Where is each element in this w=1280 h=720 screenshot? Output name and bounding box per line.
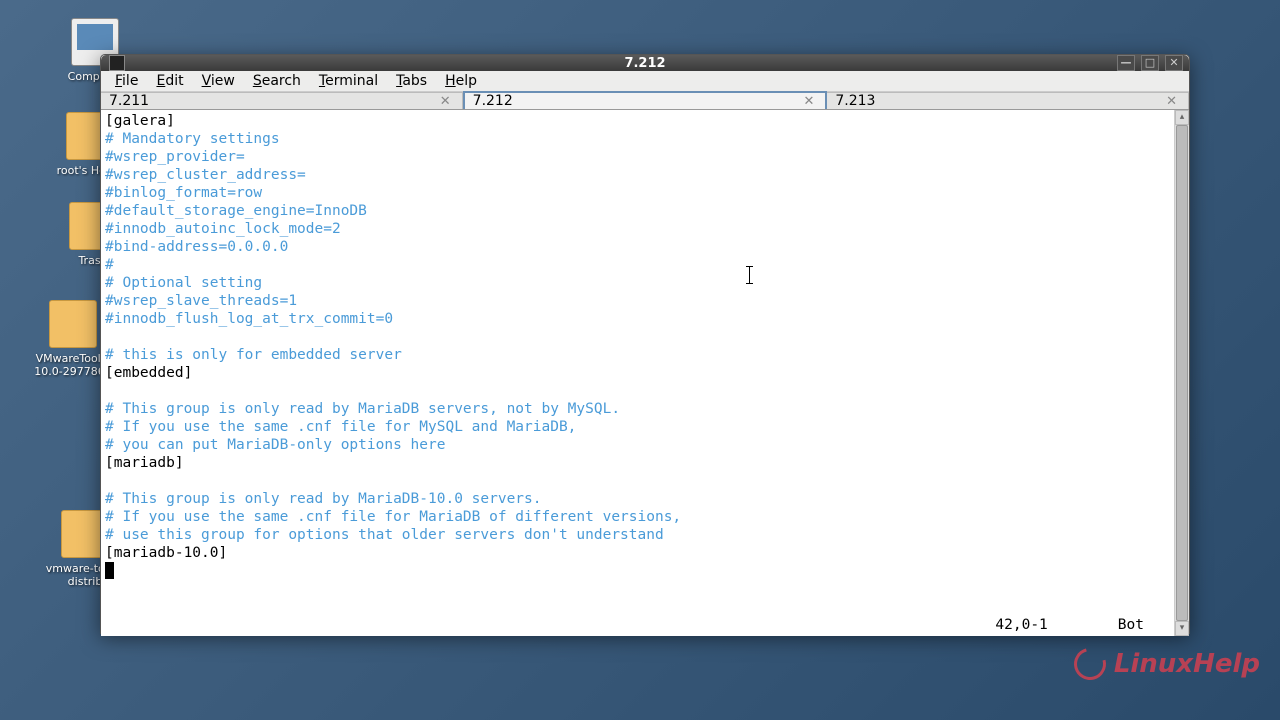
terminal-icon — [109, 55, 125, 71]
code-line: #innodb_autoinc_lock_mode=2 — [105, 221, 341, 237]
code-line: # — [105, 257, 114, 273]
menu-tabs[interactable]: Tabs — [388, 71, 435, 91]
titlebar[interactable]: 7.212 — □ ✕ — [101, 55, 1189, 71]
menubar: FileEditViewSearchTerminalTabsHelp — [101, 71, 1189, 92]
tabbar: 7.211 ✕ 7.212 ✕ 7.213 ✕ — [101, 92, 1189, 110]
scroll-position: Bot — [1118, 616, 1144, 634]
window-title: 7.212 — [624, 56, 665, 71]
code-line: #default_storage_engine=InnoDB — [105, 203, 367, 219]
code-line: # use this group for options that older … — [105, 527, 664, 543]
tab-7-213[interactable]: 7.213 ✕ — [827, 92, 1189, 109]
code-line: #binlog_format=row — [105, 185, 262, 201]
code-line: #bind-address=0.0.0.0 — [105, 239, 288, 255]
vim-status-line: 42,0-1 Bot — [995, 616, 1144, 634]
code-line: #innodb_flush_log_at_trx_commit=0 — [105, 311, 393, 327]
code-line: # Mandatory settings — [105, 131, 280, 147]
code-line: # this is only for embedded server — [105, 347, 402, 363]
code-line: [embedded] — [105, 365, 192, 381]
code-line: [galera] — [105, 113, 175, 129]
code-line: # If you use the same .cnf file for MySQ… — [105, 419, 576, 435]
code-line: #wsrep_cluster_address= — [105, 167, 306, 183]
code-line: # This group is only read by MariaDB ser… — [105, 401, 620, 417]
code-line: [mariadb-10.0] — [105, 545, 227, 561]
scrollbar-vertical[interactable]: ▴ ▾ — [1174, 110, 1189, 636]
code-line: [mariadb] — [105, 455, 184, 471]
menu-view[interactable]: View — [194, 71, 243, 91]
scroll-track[interactable] — [1175, 125, 1189, 621]
terminal-content[interactable]: [galera] # Mandatory settings #wsrep_pro… — [101, 110, 1174, 636]
scroll-down-icon[interactable]: ▾ — [1175, 621, 1189, 636]
text-cursor-icon — [749, 266, 750, 284]
terminal-area: [galera] # Mandatory settings #wsrep_pro… — [101, 110, 1189, 636]
watermark: LinuxHelp — [1074, 648, 1260, 680]
menu-search[interactable]: Search — [245, 71, 309, 91]
cursor-block-icon — [105, 562, 114, 579]
code-line: # If you use the same .cnf file for Mari… — [105, 509, 681, 525]
scroll-thumb[interactable] — [1176, 125, 1188, 621]
tab-label: 7.213 — [835, 93, 875, 109]
tab-close-icon[interactable]: ✕ — [1163, 94, 1180, 109]
maximize-button[interactable]: □ — [1141, 55, 1159, 71]
folder-icon — [49, 300, 97, 348]
code-line: # Optional setting — [105, 275, 262, 291]
code-line: # This group is only read by MariaDB-10.… — [105, 491, 542, 507]
terminal-window: 7.212 — □ ✕ FileEditViewSearchTerminalTa… — [100, 54, 1190, 634]
tab-close-icon[interactable]: ✕ — [437, 94, 454, 109]
tab-7-211[interactable]: 7.211 ✕ — [101, 92, 463, 109]
tab-label: 7.211 — [109, 93, 149, 109]
code-line: # you can put MariaDB-only options here — [105, 437, 445, 453]
code-line: #wsrep_slave_threads=1 — [105, 293, 297, 309]
menu-help[interactable]: Help — [437, 71, 485, 91]
scroll-up-icon[interactable]: ▴ — [1175, 110, 1189, 125]
menu-file[interactable]: File — [107, 71, 146, 91]
code-line: #wsrep_provider= — [105, 149, 245, 165]
close-button[interactable]: ✕ — [1165, 55, 1183, 71]
watermark-text: LinuxHelp — [1114, 649, 1260, 679]
menu-edit[interactable]: Edit — [148, 71, 191, 91]
tab-7-212[interactable]: 7.212 ✕ — [463, 91, 828, 109]
tab-label: 7.212 — [473, 93, 513, 109]
swirl-icon — [1068, 642, 1112, 686]
cursor-position: 42,0-1 — [995, 616, 1047, 634]
tab-close-icon[interactable]: ✕ — [800, 94, 817, 109]
minimize-button[interactable]: — — [1117, 55, 1135, 71]
menu-terminal[interactable]: Terminal — [311, 71, 386, 91]
